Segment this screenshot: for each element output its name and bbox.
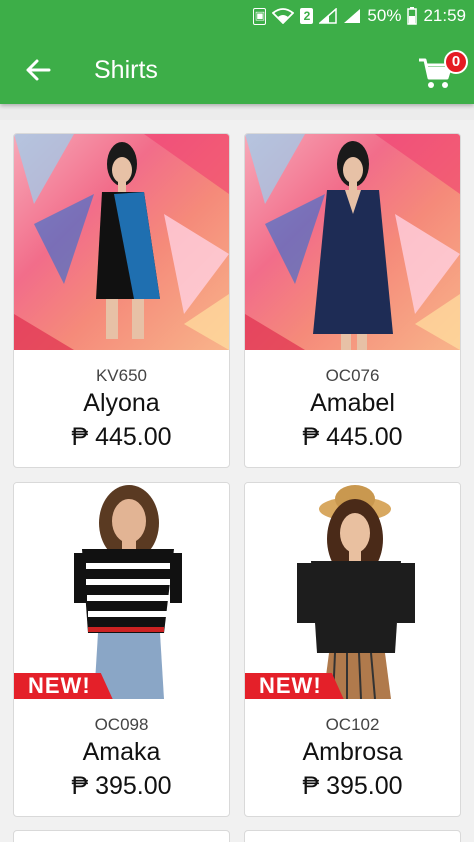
page-title: Shirts: [94, 55, 158, 84]
status-bar: ▣ 2 50% 21:59: [0, 0, 474, 32]
sim-icon: ▣: [253, 7, 267, 25]
clock: 21:59: [423, 6, 466, 25]
product-name: Amaka: [82, 738, 161, 766]
product-image: [14, 134, 229, 350]
product-name: Amabel: [310, 389, 395, 417]
product-name: Alyona: [83, 389, 160, 417]
signal-icon-2: [343, 7, 361, 25]
product-code: OC098: [94, 715, 149, 734]
product-card[interactable]: OC076 Amabel ₱ 445.00: [244, 133, 461, 468]
new-badge: NEW!: [14, 673, 113, 699]
product-card[interactable]: NEW! OC102 Ambrosa ₱ 395.00: [244, 482, 461, 817]
product-image: NEW!: [14, 483, 229, 699]
product-card[interactable]: [244, 830, 461, 842]
product-price: ₱ 445.00: [71, 423, 172, 451]
product-code: OC102: [325, 715, 380, 734]
wifi-icon: [272, 7, 295, 25]
product-card[interactable]: KV650 Alyona ₱ 445.00: [13, 133, 230, 468]
app-bar: ▣ 2 50% 21:59 Shirts 0: [0, 0, 474, 104]
product-price: ₱ 445.00: [302, 423, 403, 451]
back-button[interactable]: [10, 42, 66, 98]
battery-percent: 50%: [367, 6, 402, 25]
battery-icon: [407, 7, 418, 25]
product-code: KV650: [95, 366, 148, 385]
cart-count-badge: 0: [444, 50, 468, 74]
product-code: OC076: [325, 366, 380, 385]
sim-slot-badge: 2: [300, 8, 314, 24]
cart-button[interactable]: 0: [416, 44, 468, 96]
product-price: ₱ 395.00: [71, 772, 172, 800]
product-name: Ambrosa: [302, 738, 403, 766]
product-card[interactable]: [13, 830, 230, 842]
arrow-left-icon: [26, 59, 51, 81]
product-image: NEW!: [245, 483, 460, 699]
product-price: ₱ 395.00: [302, 772, 403, 800]
product-card[interactable]: NEW! OC098 Amaka ₱ 395.00: [13, 482, 230, 817]
product-image: [245, 134, 460, 350]
toolbar: Shirts 0: [0, 36, 474, 104]
new-badge: NEW!: [245, 673, 344, 699]
signal-icon: [319, 7, 338, 25]
